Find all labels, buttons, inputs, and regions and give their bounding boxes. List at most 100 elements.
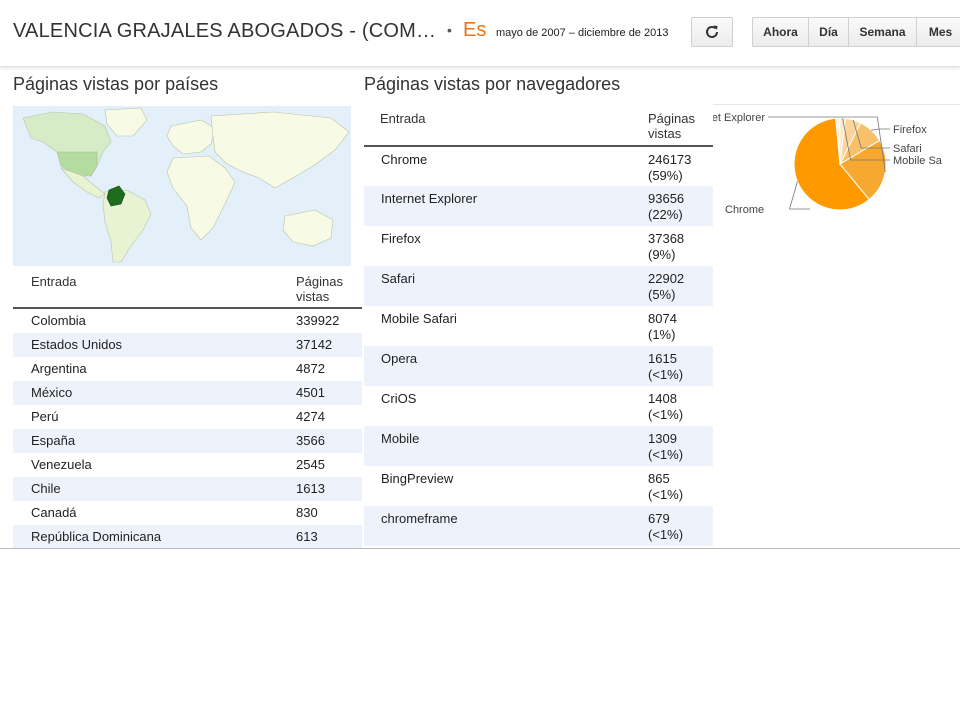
language-selector[interactable]: Es <box>463 19 486 42</box>
browser-views: 1408 <box>648 391 677 406</box>
countries-title: Páginas vistas por países <box>13 74 219 94</box>
browser-views: 246173 <box>648 152 692 167</box>
pie-label: Chrome <box>725 204 764 216</box>
range-month-button[interactable]: Mes <box>917 17 960 47</box>
country-views: 1613 <box>296 477 362 501</box>
browser-name: chromeframe <box>364 506 647 546</box>
table-row[interactable]: Internet Explorer 93656 (22%) <box>364 186 713 226</box>
table-row[interactable]: Colombia 339922 <box>13 308 362 333</box>
browsers-title: Páginas vistas por navegadores <box>364 74 621 94</box>
browser-pie-chart[interactable]: Chrome et Explorer Firefox Safari Mobile Sa <box>713 104 960 245</box>
column-header-views[interactable]: Páginas vistas <box>647 104 713 147</box>
date-range[interactable]: mayo de 2007 – diciembre de 2013 <box>496 27 668 39</box>
country-name: Estados Unidos <box>13 333 296 357</box>
table-row[interactable]: Opera 1615 (<1%) <box>364 346 713 386</box>
table-row[interactable]: BingPreview 865 (<1%) <box>364 466 713 506</box>
site-title: VALENCIA GRAJALES ABOGADOS - (COM… <box>13 20 437 42</box>
country-views: 830 <box>296 505 318 520</box>
browser-percent: (<1%) <box>648 487 684 502</box>
browser-percent: (<1%) <box>648 367 684 382</box>
browser-name: Mobile Safari <box>381 311 457 326</box>
country-name: Perú <box>31 409 59 424</box>
country-name: Colombia <box>31 313 86 328</box>
table-row[interactable]: Safari 22902 (5%) <box>364 266 713 306</box>
title-separator: • <box>447 22 452 38</box>
refresh-button[interactable] <box>691 17 733 47</box>
country-views: 37142 <box>296 333 362 357</box>
browser-percent: (5%) <box>648 287 676 302</box>
browser-name: Opera <box>364 346 647 386</box>
browser-percent: (22%) <box>648 207 683 222</box>
browser-views: 865 <box>648 471 670 486</box>
column-header-entry[interactable]: Entrada <box>13 268 296 309</box>
browser-views: 22902 <box>648 271 685 286</box>
pie-label-line <box>871 128 890 131</box>
browser-views: 93656 <box>648 191 685 206</box>
browser-percent: (59%) <box>648 168 683 183</box>
time-range-buttons: Ahora Día Semana Mes <box>752 17 960 47</box>
country-views: 4501 <box>296 381 362 405</box>
pie-label: Mobile Sa <box>893 155 943 167</box>
browser-views: 1615 <box>648 351 677 366</box>
country-name: República Dominicana <box>13 525 296 549</box>
country-views: 3566 <box>296 429 362 453</box>
table-row[interactable]: Perú 4274 <box>13 405 362 429</box>
browsers-table: Entrada Páginas vistas Chrome 246173 (59%)… <box>364 104 713 546</box>
refresh-icon <box>706 25 718 38</box>
table-row[interactable]: Chile 1613 <box>13 477 362 501</box>
browser-name: Chrome <box>381 152 428 167</box>
countries-table: Entrada Páginas vistas Colombia 339922 Es… <box>13 268 362 549</box>
country-name: Venezuela <box>31 457 92 472</box>
table-row[interactable]: España 3566 <box>13 429 362 453</box>
browser-name: Mobile <box>364 426 647 466</box>
range-day-button[interactable]: Día <box>809 17 849 47</box>
table-row[interactable]: Argentina 4872 <box>13 357 362 381</box>
browser-name: CriOS <box>381 391 417 406</box>
country-views: 4274 <box>296 409 325 424</box>
browser-percent: (9%) <box>648 247 676 262</box>
browser-percent: (<1%) <box>648 527 684 542</box>
table-row[interactable]: Estados Unidos 37142 <box>13 333 362 357</box>
pie-label: Firefox <box>893 124 927 136</box>
browser-name: Firefox <box>381 231 421 246</box>
column-header-entry[interactable]: Entrada <box>364 104 647 147</box>
range-week-button[interactable]: Semana <box>849 17 917 47</box>
country-views: 613 <box>296 525 362 549</box>
country-views: 2545 <box>296 457 325 472</box>
browser-views: 679 <box>648 511 670 526</box>
table-row[interactable]: chromeframe 679 (<1%) <box>364 506 713 546</box>
table-row[interactable]: Venezuela 2545 <box>13 453 362 477</box>
table-row[interactable]: Firefox 37368 (9%) <box>364 226 713 266</box>
browser-percent: (1%) <box>648 327 676 342</box>
browser-name: BingPreview <box>381 471 454 486</box>
browser-percent: (<1%) <box>648 407 684 422</box>
table-row[interactable]: Mobile Safari 8074 (1%) <box>364 306 713 346</box>
country-views: 4872 <box>296 361 325 376</box>
pie-chart-svg: Chrome et Explorer Firefox SafariMobile Sa <box>713 112 943 216</box>
column-header-views[interactable]: Páginas vistas <box>296 268 362 309</box>
world-map-graphic <box>13 106 351 266</box>
table-row[interactable]: CriOS 1408 (<1%) <box>364 386 713 426</box>
top-bar: VALENCIA GRAJALES ABOGADOS - (COM… • Es … <box>0 0 960 67</box>
world-map[interactable] <box>13 106 351 266</box>
browser-views: 37368 <box>648 231 685 246</box>
table-row[interactable]: Canadá 830 <box>13 501 362 525</box>
browser-name: Safari <box>364 266 647 306</box>
browser-views: 1309 <box>648 431 677 446</box>
country-name: Canadá <box>31 505 77 520</box>
country-name: Argentina <box>31 361 87 376</box>
pie-label: et Explorer <box>713 112 765 124</box>
range-now-button[interactable]: Ahora <box>752 17 809 47</box>
table-row[interactable]: México 4501 <box>13 381 362 405</box>
table-row[interactable]: Chrome 246173 (59%) <box>364 146 713 186</box>
country-name: Chile <box>13 477 296 501</box>
browser-views: 8074 <box>648 311 677 326</box>
bottom-divider <box>0 548 960 549</box>
table-row[interactable]: Mobile 1309 (<1%) <box>364 426 713 466</box>
pie-label: Safari <box>893 143 922 155</box>
country-views: 339922 <box>296 313 340 328</box>
table-row[interactable]: República Dominicana 613 <box>13 525 362 549</box>
country-name: México <box>13 381 296 405</box>
country-name: España <box>13 429 296 453</box>
browser-percent: (<1%) <box>648 447 684 462</box>
